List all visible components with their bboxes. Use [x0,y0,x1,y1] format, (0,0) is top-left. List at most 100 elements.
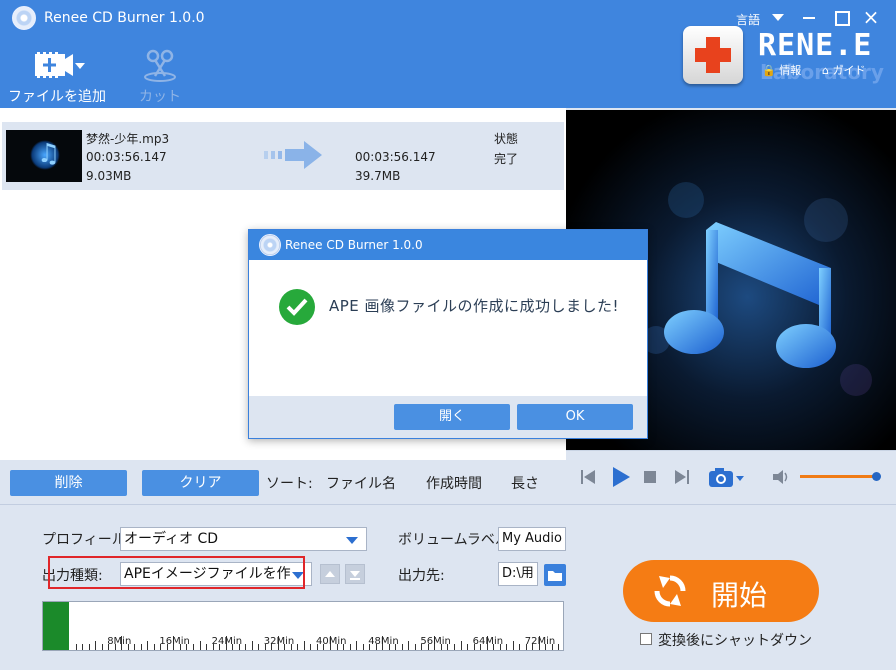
timeline-tick [192,644,194,650]
open-button[interactable]: 開く [394,404,510,430]
timeline-tick [95,641,97,650]
timeline-tick-label: 56Min [420,636,451,647]
sort-by-length[interactable]: 長さ [511,473,539,493]
music-thumbnail: ♫ [6,130,82,182]
guide-label: ガイド [832,64,866,77]
timeline-tick-label: 48Min [368,636,399,647]
music-note-icon: ♫ [37,139,61,169]
title-toolbar: Renee CD Burner 1.0.0 言語 × ファイルを追加 カット L… [0,0,896,108]
add-file-label: ファイルを追加 [8,89,106,105]
timeline-tick [467,644,469,650]
dialog-app-icon [259,234,281,256]
timeline-tick [349,644,351,650]
timeline-tick [414,644,416,650]
dialog-title: Renee CD Burner 1.0.0 [285,238,423,252]
app-title: Renee CD Burner 1.0.0 [44,10,205,26]
scissors-icon [132,48,188,84]
timeline-tick-label: 16Min [159,636,190,647]
guide-link[interactable]: ⌂ ガイド [822,62,865,78]
cut-label: カット [139,89,181,105]
move-down-icon[interactable] [345,564,365,584]
add-file-button[interactable]: ファイルを追加 [4,48,110,106]
timeline-tick [297,644,299,650]
info-label: 情報 [779,64,802,77]
status-value: 完了 [494,152,519,166]
file-name: 梦然-少年.mp3 [86,132,170,146]
sort-label: ソート: [266,476,313,492]
refresh-icon [654,575,686,607]
volume-slider[interactable] [800,475,876,478]
profile-select[interactable]: オーディオ CD [120,527,367,551]
output-destination-label: 出力先: [398,568,445,584]
timeline-tick [460,641,462,650]
timeline-tick-label: 32Min [263,636,295,647]
profile-dropdown-icon[interactable] [346,537,358,544]
timeline-tick [558,644,560,650]
stop-icon[interactable] [643,470,657,484]
profile-label: プロフィール: [42,532,131,548]
timeline-tick-label: 64Min [472,636,504,647]
file-row[interactable]: ♫ 梦然-少年.mp3 00:03:56.147 9.03MB 00:03:56… [2,122,564,190]
volume-icon[interactable] [772,469,790,485]
timeline-tick-label: 72Min [524,636,556,647]
shutdown-checkbox[interactable] [640,633,652,645]
success-dialog: Renee CD Burner 1.0.0 APE 画像ファイルの作成に成功しま… [248,229,648,439]
timeline-tick [140,644,142,650]
timeline-tick-label: 8Min [107,636,132,647]
play-icon[interactable] [611,466,631,488]
delete-button[interactable]: 削除 [10,470,127,496]
maximize-icon[interactable] [832,8,850,26]
timeline-tick [82,644,84,650]
move-up-icon[interactable] [320,564,340,584]
minimize-icon[interactable] [800,8,818,26]
output-size: 39.7MB [355,169,401,183]
timeline-tick [134,644,136,650]
timeline-tick [453,644,455,650]
timeline-tick [153,644,155,650]
status-header: 状態 [494,132,519,146]
timeline-tick [401,644,403,650]
timeline-tick [303,641,305,650]
disc-capacity-bar: 8Min 16Min 24Min 32Min 40Min 48Min 56Min 64Min 7… [42,601,564,651]
volume-label-label: ボリュームラベル: [398,532,514,548]
source-duration: 00:03:56.147 [86,150,167,164]
sort-by-filename[interactable]: ファイル名 [326,473,396,493]
timeline-tick-label: 40Min [316,636,347,647]
volume-slider-handle[interactable] [872,472,881,481]
clear-button[interactable]: クリア [142,470,259,496]
timeline-tick [258,644,260,650]
timeline-tick [512,641,514,650]
highlight-box [48,556,305,589]
dialog-footer: 開く OK [249,396,647,438]
add-video-icon [4,48,110,84]
timeline-tick [310,644,312,650]
timeline-tick [75,644,77,650]
convert-arrow-icon [264,141,322,169]
skip-forward-icon[interactable] [674,468,690,486]
language-menu[interactable]: 言語 [736,11,760,28]
folder-icon[interactable] [544,564,566,586]
language-dropdown-icon[interactable] [772,14,784,21]
timeline-tick [199,641,201,650]
timeline-tick-label: 24Min [211,636,243,647]
app-disc-icon [12,6,36,30]
start-button[interactable]: 開始 [623,560,819,622]
skip-back-icon[interactable] [580,468,596,486]
timeline-tick [506,644,508,650]
source-size: 9.03MB [86,169,132,183]
cut-button[interactable]: カット [132,48,188,106]
info-link[interactable]: 🔒 情報 [762,62,801,78]
sort-by-created[interactable]: 作成時間 [426,473,482,493]
start-label: 開始 [711,579,768,612]
check-icon [279,289,315,325]
output-destination-input[interactable]: D:\用 [498,562,538,586]
timeline-tick [101,644,103,650]
ok-button[interactable]: OK [517,404,633,430]
timeline-tick [251,641,253,650]
timeline-tick [206,644,208,650]
close-icon[interactable]: × [862,7,880,27]
volume-label-input[interactable]: My Audio CD [498,527,566,551]
timeline-tick [519,644,521,650]
timeline-tick [88,644,90,650]
camera-icon[interactable] [708,465,748,489]
